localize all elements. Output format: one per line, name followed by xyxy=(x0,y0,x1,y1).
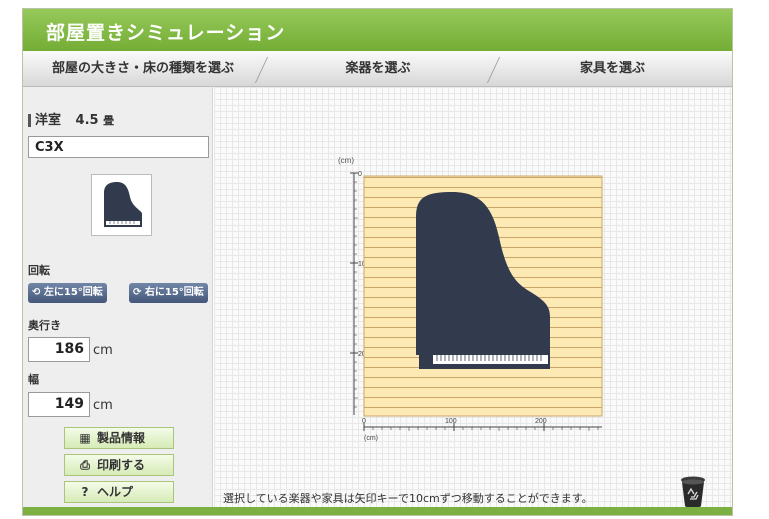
step-tabs: 部屋の大きさ・床の種類を選ぶ 楽器を選ぶ 家具を選ぶ xyxy=(23,51,732,87)
title-bar: 部屋置きシミュレーション xyxy=(23,9,732,51)
app-title: 部屋置きシミュレーション xyxy=(46,22,286,44)
depth-unit: cm xyxy=(93,343,113,358)
trash-icon xyxy=(681,476,705,508)
rotate-left-icon: ⟲ xyxy=(32,287,41,298)
help-icon: ? xyxy=(81,485,89,499)
x-axis-ruler xyxy=(363,423,602,431)
rotate-label: 回転 xyxy=(28,264,50,277)
width-field[interactable]: 149 xyxy=(28,392,90,417)
room-label: 洋室 4.5 畳 xyxy=(28,114,114,127)
depth-label: 奥行き xyxy=(28,319,61,332)
keyboard-hint: 選択している楽器や家具は矢印キーで10cmずつ移動することができます。 xyxy=(223,492,593,505)
width-unit: cm xyxy=(93,398,113,413)
layout-canvas[interactable]: (cm) 0 100 200 xyxy=(214,87,732,509)
app-window: 部屋置きシミュレーション 部屋の大きさ・床の種類を選ぶ 楽器を選ぶ 家具を選ぶ … xyxy=(22,8,733,516)
tab-instrument[interactable]: 楽器を選ぶ xyxy=(263,51,493,87)
tab-room[interactable]: 部屋の大きさ・床の種類を選ぶ xyxy=(23,51,263,87)
y-axis-ruler xyxy=(350,172,358,415)
product-info-label: 製品情報 xyxy=(97,431,146,445)
y-tick-label: 0 xyxy=(358,171,362,178)
bottom-bar xyxy=(23,507,732,515)
y-unit-label: (cm) xyxy=(338,156,354,165)
help-label: ヘルプ xyxy=(97,485,134,499)
room-unit: 畳 xyxy=(103,114,115,127)
trash-button[interactable] xyxy=(678,475,708,509)
help-button[interactable]: ? ヘルプ xyxy=(64,481,174,503)
print-label: 印刷する xyxy=(97,458,146,472)
width-label: 幅 xyxy=(28,373,39,386)
rotate-right-label: 右に15°回転 xyxy=(144,287,204,298)
x-tick-label: 200 xyxy=(535,418,547,425)
rotate-left-label: 左に15°回転 xyxy=(43,287,103,298)
rotate-right-button[interactable]: ⟳ 右に15°回転 xyxy=(129,283,208,303)
rotate-left-button[interactable]: ⟲ 左に15°回転 xyxy=(28,283,107,303)
room-type: 洋室 xyxy=(35,113,62,128)
depth-field[interactable]: 186 xyxy=(28,337,90,362)
x-tick-label: 100 xyxy=(445,418,457,425)
product-info-button[interactable]: ▦ 製品情報 xyxy=(64,427,174,449)
tab-furniture[interactable]: 家具を選ぶ xyxy=(493,51,732,87)
piano-thumbnail xyxy=(91,174,152,236)
room-plan: (cm) 0 100 200 xyxy=(338,156,603,442)
info-icon: ▦ xyxy=(79,431,91,445)
rotate-right-icon: ⟳ xyxy=(133,287,142,298)
model-field: C3X xyxy=(28,136,209,158)
printer-icon: ⎙ xyxy=(80,458,90,472)
x-tick-label: 0 xyxy=(362,418,366,425)
x-unit-label: (cm) xyxy=(364,435,378,442)
print-button[interactable]: ⎙ 印刷する xyxy=(64,454,174,476)
settings-panel: 洋室 4.5 畳 C3X 回転 ⟲ 左に15°回転 ⟳ 右に15°回転 奥行き … xyxy=(23,87,213,507)
room-size: 4.5 xyxy=(75,113,99,128)
